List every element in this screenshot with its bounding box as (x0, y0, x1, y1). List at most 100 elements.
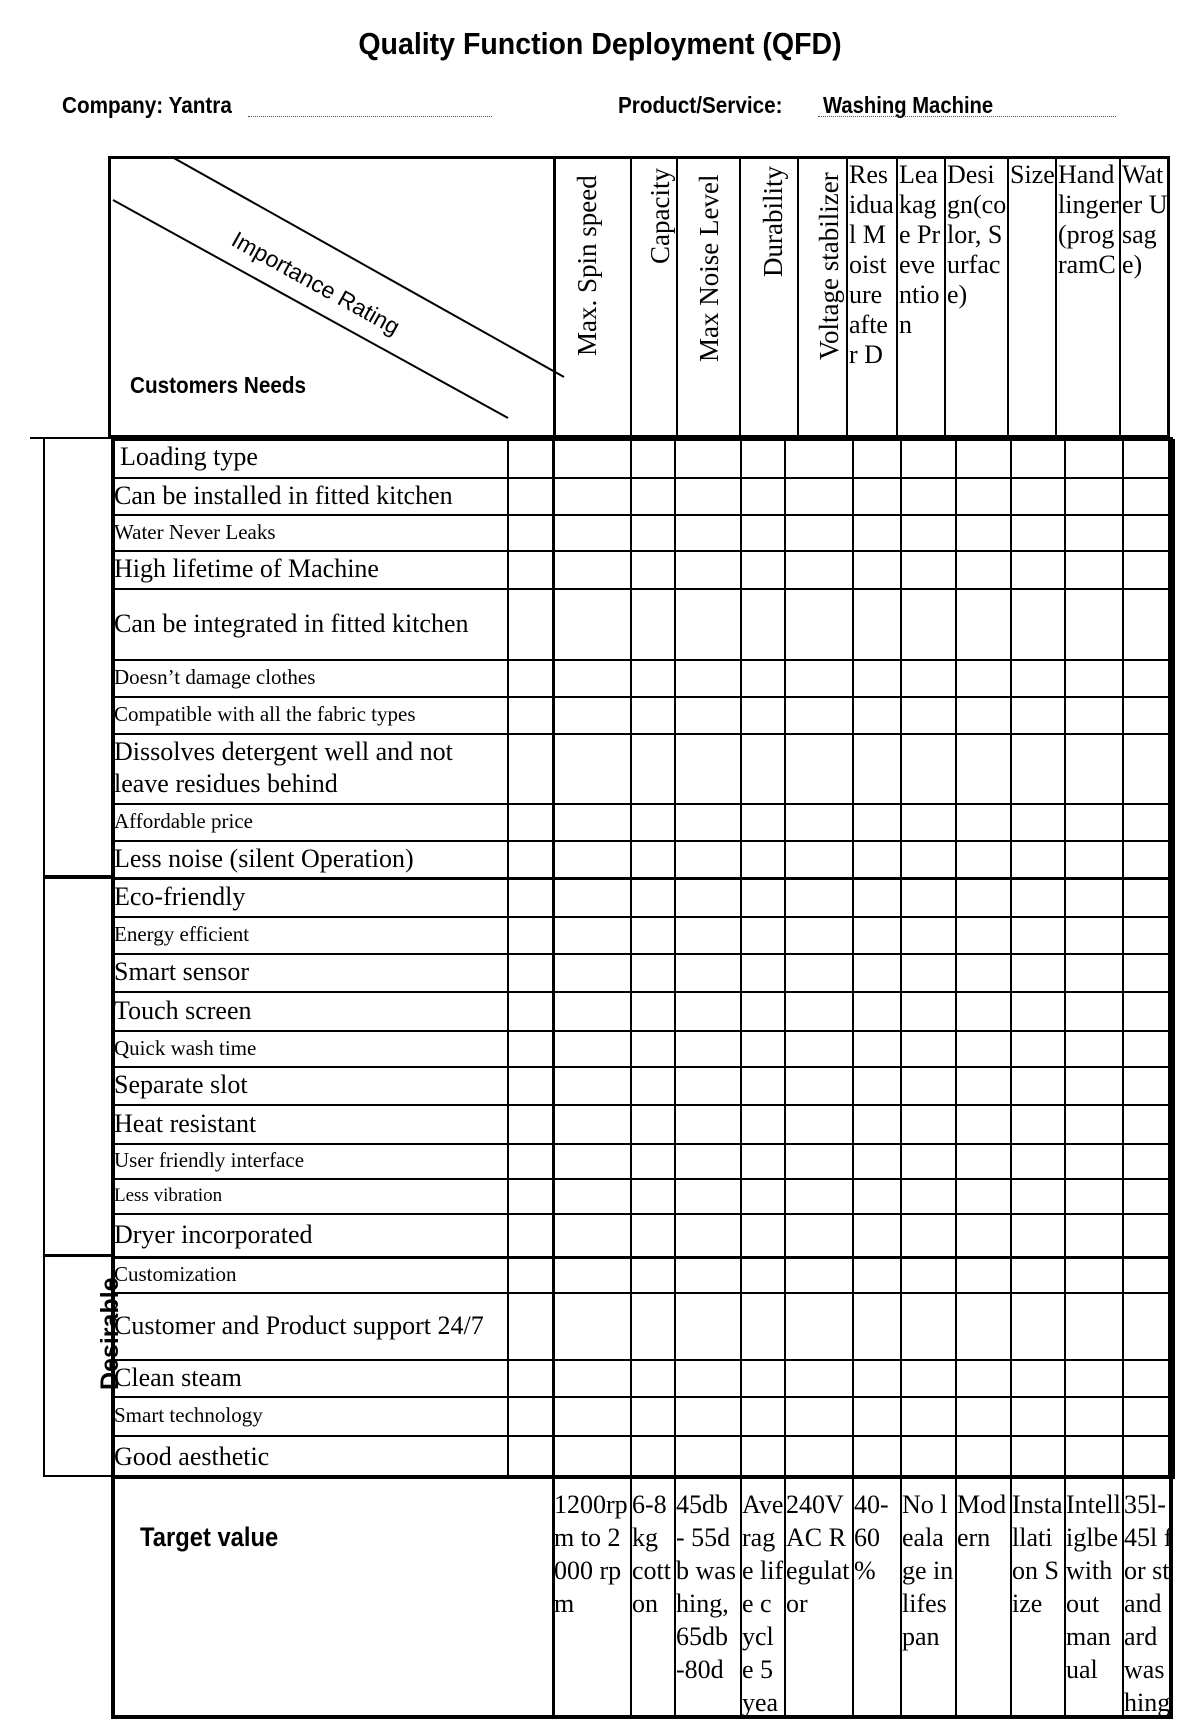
column-divider (630, 439, 632, 1479)
target-value-cell: Installation Size (1012, 1490, 1063, 1618)
tech-req-header: Max. Spin speed (572, 175, 602, 356)
column-divider (1010, 439, 1012, 1479)
header-divider (1119, 156, 1121, 438)
header-divider (553, 156, 556, 438)
header-divider (797, 156, 799, 438)
target-value-cell: Average life cycle 5 years (742, 1490, 784, 1716)
target-value-label: Target value (140, 1522, 279, 1552)
group-box-performance (43, 876, 112, 1256)
company-field: Company: Yantra (62, 92, 232, 119)
customer-need-row: Smart technology (114, 1397, 506, 1434)
company-label: Company: Yantra (62, 92, 232, 118)
customer-need-label: Smart technology (114, 1403, 263, 1427)
customer-need-row: Dissolves detergent well and not leave r… (114, 734, 506, 802)
column-divider (507, 439, 509, 1479)
product-value: Washing Machine (823, 92, 994, 118)
column-divider (1173, 439, 1175, 1479)
customer-need-label: Compatible with all the fabric types (114, 702, 416, 726)
target-value-cell: Modern (957, 1490, 1007, 1552)
customer-need-row: Customer and Product support 24/7 (114, 1293, 506, 1358)
tech-req-header: Size (1010, 160, 1055, 189)
tech-req-header: Max Noise Level (694, 174, 724, 362)
customer-need-row: Water Never Leaks (114, 515, 506, 549)
column-divider (900, 439, 902, 1479)
customer-need-label: Doesn’t damage clothes (114, 665, 316, 689)
customer-need-label: Quick wash time (114, 1036, 257, 1060)
customer-need-label: Can be integrated in fitted kitchen (114, 608, 469, 638)
header-divider (739, 156, 741, 438)
column-divider (552, 439, 555, 1479)
customer-need-label: Clean steam (114, 1363, 242, 1392)
customer-need-label: Separate slot (114, 1070, 248, 1099)
customer-need-label: Less noise (silent Operation) (114, 844, 414, 873)
customer-need-row: Compatible with all the fabric types (114, 697, 506, 732)
customer-need-row: Dryer incorporated (114, 1214, 506, 1255)
diagonal-line-upper (171, 156, 565, 378)
customers-needs-label: Customers Needs (130, 372, 307, 398)
customer-need-row: Doesn’t damage clothes (114, 660, 506, 695)
customer-need-label: Heat resistant (114, 1109, 257, 1138)
target-value-cell: 240VAC Regulator (786, 1490, 850, 1618)
header-divider (676, 156, 678, 438)
customer-need-label: Loading type (120, 442, 258, 471)
target-divider (552, 1479, 555, 1715)
customer-need-row: User friendly interface (114, 1144, 506, 1177)
customer-need-label: Affordable price (114, 809, 253, 833)
customer-need-label: Smart sensor (114, 957, 250, 986)
customer-need-row: Less noise (silent Operation) (114, 841, 506, 876)
group-box-basic (43, 437, 112, 877)
column-divider (674, 439, 676, 1479)
customer-need-row: Energy efficient (114, 917, 506, 952)
tech-req-header: Residual Moisture after D (849, 160, 894, 369)
customer-need-label: Customer and Product support 24/7 (114, 1310, 484, 1340)
customer-need-row: Heat resistant (114, 1105, 506, 1142)
header-divider (896, 156, 898, 438)
customer-need-row: Smart sensor (114, 954, 506, 990)
customer-need-row: Loading type (120, 438, 512, 476)
target-value-cell: 1200rpm to 2000 rpm (554, 1490, 628, 1618)
document-title: Quality Function Deployment (QFD) (358, 26, 842, 61)
customer-need-row: Touch screen (114, 992, 506, 1029)
column-divider (784, 439, 786, 1479)
product-field: Product/Service: (618, 92, 783, 119)
header-divider (846, 156, 848, 438)
product-underline (818, 116, 1116, 117)
customer-need-row: Can be installed in fitted kitchen (114, 478, 506, 513)
customer-need-row: Separate slot (114, 1067, 506, 1103)
column-divider (1064, 439, 1066, 1479)
customer-need-label: Good aesthetic (114, 1442, 270, 1471)
header-divider (1055, 156, 1057, 438)
customer-need-label: High lifetime of Machine (114, 554, 379, 583)
customer-need-label: Customization (114, 1262, 237, 1286)
customer-need-row: Less vibration (114, 1179, 506, 1212)
customer-need-row: Good aesthetic (114, 1436, 506, 1478)
tech-req-header: Durability (758, 166, 788, 277)
tech-req-header: Handlinger (programC (1058, 160, 1119, 279)
column-divider (852, 439, 854, 1479)
header-divider (1007, 156, 1009, 438)
column-divider (740, 439, 742, 1479)
customer-need-label: Eco-friendly (114, 882, 246, 911)
customer-need-label: Touch screen (114, 996, 252, 1025)
header-divider (630, 156, 632, 438)
customer-need-row: Eco-friendly (114, 878, 506, 915)
customer-need-label: Dryer incorporated (114, 1220, 313, 1249)
header-divider (944, 156, 946, 438)
target-value-cell: 45db - 55db washing, 65db -80d (676, 1490, 736, 1684)
target-value-cell: 35l-45l for standard washing (1124, 1490, 1173, 1716)
customer-need-label: Energy efficient (114, 922, 250, 946)
column-divider (955, 439, 957, 1479)
target-value-cell: No lealage in lifespan (902, 1490, 954, 1651)
tech-req-header: Design(color, Surface) (947, 160, 1007, 309)
customer-need-label: User friendly interface (114, 1148, 305, 1172)
customer-need-row: Affordable price (114, 804, 506, 839)
tech-req-header: Leakage Prevention (899, 160, 941, 339)
customer-need-label: Water Never Leaks (114, 520, 276, 544)
company-underline (248, 116, 492, 117)
target-value-cell: 6-8kg cotton (632, 1490, 671, 1618)
customer-need-row: Can be integrated in fitted kitchen (114, 589, 506, 658)
column-divider (1122, 439, 1124, 1479)
customer-need-row: Clean steam (114, 1360, 506, 1395)
tech-req-header: Voltage stabilizer (814, 172, 844, 360)
target-value-cell: Intelliglbe without manual (1066, 1490, 1121, 1684)
